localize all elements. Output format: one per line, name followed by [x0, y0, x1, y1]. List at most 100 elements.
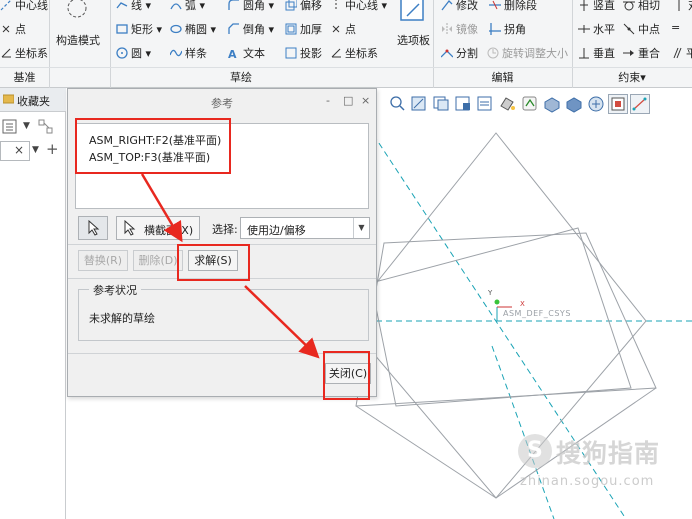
- cross-section-button[interactable]: 横截面(X): [116, 216, 200, 240]
- refit-icon[interactable]: [432, 94, 452, 114]
- pick-arrow-button[interactable]: [78, 216, 108, 240]
- text-button[interactable]: A 文本: [228, 45, 265, 61]
- coord-system-button[interactable]: 坐标系: [330, 45, 378, 61]
- midpoint-constraint-button[interactable]: 中点: [623, 21, 660, 37]
- group-label-datum: 基准: [13, 71, 36, 84]
- corner-button[interactable]: 拐角: [489, 21, 526, 37]
- tangent-constraint-button[interactable]: 相切: [623, 0, 660, 13]
- horizontal-constraint-icon: [578, 23, 590, 35]
- view-manager-icon[interactable]: [564, 94, 584, 114]
- zoom-in-icon[interactable]: [388, 94, 408, 114]
- search-field[interactable]: ×: [0, 141, 30, 161]
- group-label-constrain[interactable]: 约束▾: [572, 69, 692, 86]
- select-dropdown[interactable]: 使用边/偏移 ▼: [240, 217, 370, 239]
- tangent-icon: [623, 0, 635, 11]
- project-icon: [285, 47, 297, 59]
- annotation-box-references: [75, 118, 231, 174]
- reference-status-group: 参考状况 未求解的草绘: [78, 282, 369, 341]
- palette-button[interactable]: 选项板: [397, 32, 430, 48]
- arc-icon: [170, 0, 182, 11]
- perpendicular-icon: [578, 47, 590, 59]
- group-label-editing: 编辑: [491, 71, 514, 84]
- coincident-constraint-button[interactable]: 重合: [623, 45, 660, 61]
- symmetric-icon: [673, 0, 685, 11]
- rectangle-button[interactable]: 矩形 ▾: [116, 21, 162, 37]
- spline-button[interactable]: 样条: [169, 45, 207, 61]
- search-clear-icon[interactable]: ×: [14, 143, 24, 157]
- offset-icon: [285, 0, 298, 11]
- sketch-quadrilateral-inner: [370, 227, 632, 407]
- select-label: 选择:: [212, 223, 238, 236]
- project-button[interactable]: 投影: [285, 45, 322, 61]
- watermark-logo-icon: S: [518, 434, 552, 468]
- palette-icon[interactable]: [398, 0, 426, 24]
- point-button-left[interactable]: 点: [0, 21, 26, 37]
- folder-icon: [2, 93, 15, 104]
- vertical-constraint-button[interactable]: 竖直: [578, 0, 615, 13]
- fillet-icon: [228, 0, 240, 11]
- equal-constraint-button[interactable]: =: [671, 21, 680, 34]
- coincident-icon: [623, 47, 635, 59]
- sketcher-display-icon[interactable]: [630, 94, 650, 114]
- add-icon[interactable]: +: [46, 140, 59, 158]
- maximize-button[interactable]: □: [343, 94, 353, 107]
- centerline-icon: [0, 0, 12, 11]
- mirror-icon: [441, 23, 453, 35]
- dialog-title-bar[interactable]: 参考 - □ ×: [68, 89, 376, 115]
- datum-display-icon[interactable]: [520, 94, 540, 114]
- centerline-button-right[interactable]: 中心线 ▾: [330, 0, 387, 13]
- divide-button[interactable]: 分割: [440, 45, 478, 61]
- csys-label: ASM_DEF_CSYS: [503, 309, 571, 318]
- cross-section-label: 横截面(X): [144, 224, 194, 237]
- watermark-url: zhinan.sogou.com: [520, 474, 655, 489]
- mirror-button[interactable]: 镜像: [441, 21, 478, 37]
- construction-mode-button[interactable]: 构造模式: [56, 32, 100, 48]
- shaded-view-icon[interactable]: [542, 94, 562, 114]
- tree-filter-icon[interactable]: [38, 119, 54, 135]
- construction-mode-icon[interactable]: [62, 0, 92, 26]
- horizontal-constraint-button[interactable]: 水平: [578, 21, 615, 37]
- display-style-icon[interactable]: [498, 94, 518, 114]
- point-button[interactable]: 点: [330, 21, 356, 37]
- replace-button[interactable]: 替换(R): [78, 250, 128, 271]
- text-icon: A: [228, 47, 240, 61]
- repaint-icon[interactable]: [454, 94, 474, 114]
- ribbon: 中心线 点 坐标系 构造模式 线 ▾ 弧 ▾ 圆角 ▾ 偏移 中心线 ▾ 矩形 …: [0, 0, 692, 88]
- perspective-icon[interactable]: [586, 94, 606, 114]
- delete-button[interactable]: 删除(D): [133, 250, 183, 271]
- sketch-edge: [355, 405, 497, 499]
- minimize-button[interactable]: -: [326, 94, 330, 107]
- rotate-resize-button[interactable]: 旋转调整大小: [487, 45, 568, 61]
- modify-button[interactable]: 修改: [441, 0, 478, 13]
- coord-system-button-left[interactable]: 坐标系: [0, 45, 48, 61]
- symmetric-constraint-button[interactable]: 对: [673, 0, 692, 13]
- offset-button[interactable]: 偏移: [285, 0, 322, 13]
- search-dropdown-arrow[interactable]: ▼: [32, 145, 39, 155]
- parallel-constraint-button[interactable]: 平: [671, 45, 692, 61]
- watermark-brand: 搜狗指南: [556, 439, 661, 468]
- svg-text:A: A: [228, 48, 237, 59]
- chamfer-button[interactable]: 倒角 ▾: [228, 21, 274, 37]
- chamfer-icon: [228, 23, 240, 35]
- ellipse-button[interactable]: 椭圆 ▾: [170, 21, 216, 37]
- arc-button[interactable]: 弧 ▾: [170, 0, 205, 13]
- modify-icon: [441, 0, 453, 11]
- named-views-icon[interactable]: [476, 94, 496, 114]
- corner-icon: [489, 23, 501, 35]
- coord-system-icon: [0, 47, 12, 59]
- perpendicular-constraint-button[interactable]: 垂直: [578, 45, 615, 61]
- zoom-out-icon[interactable]: [410, 94, 430, 114]
- circle-button[interactable]: 圆 ▾: [116, 45, 151, 61]
- thicken-button[interactable]: 加厚: [285, 21, 322, 37]
- favorites-tab[interactable]: 收藏夹: [0, 88, 66, 112]
- sketch-view-icon[interactable]: [608, 94, 628, 114]
- coord-system-icon: [330, 47, 342, 59]
- rectangle-icon: [116, 23, 128, 35]
- tree-view-dropdown-arrow[interactable]: ▼: [23, 121, 30, 131]
- delete-segment-button[interactable]: 删除段: [489, 0, 537, 13]
- line-button[interactable]: 线 ▾: [116, 0, 151, 13]
- close-window-button[interactable]: ×: [361, 94, 370, 107]
- tree-view-icon[interactable]: [2, 119, 18, 135]
- fillet-button[interactable]: 圆角 ▾: [228, 0, 274, 13]
- centerline-button-left[interactable]: 中心线: [0, 0, 48, 13]
